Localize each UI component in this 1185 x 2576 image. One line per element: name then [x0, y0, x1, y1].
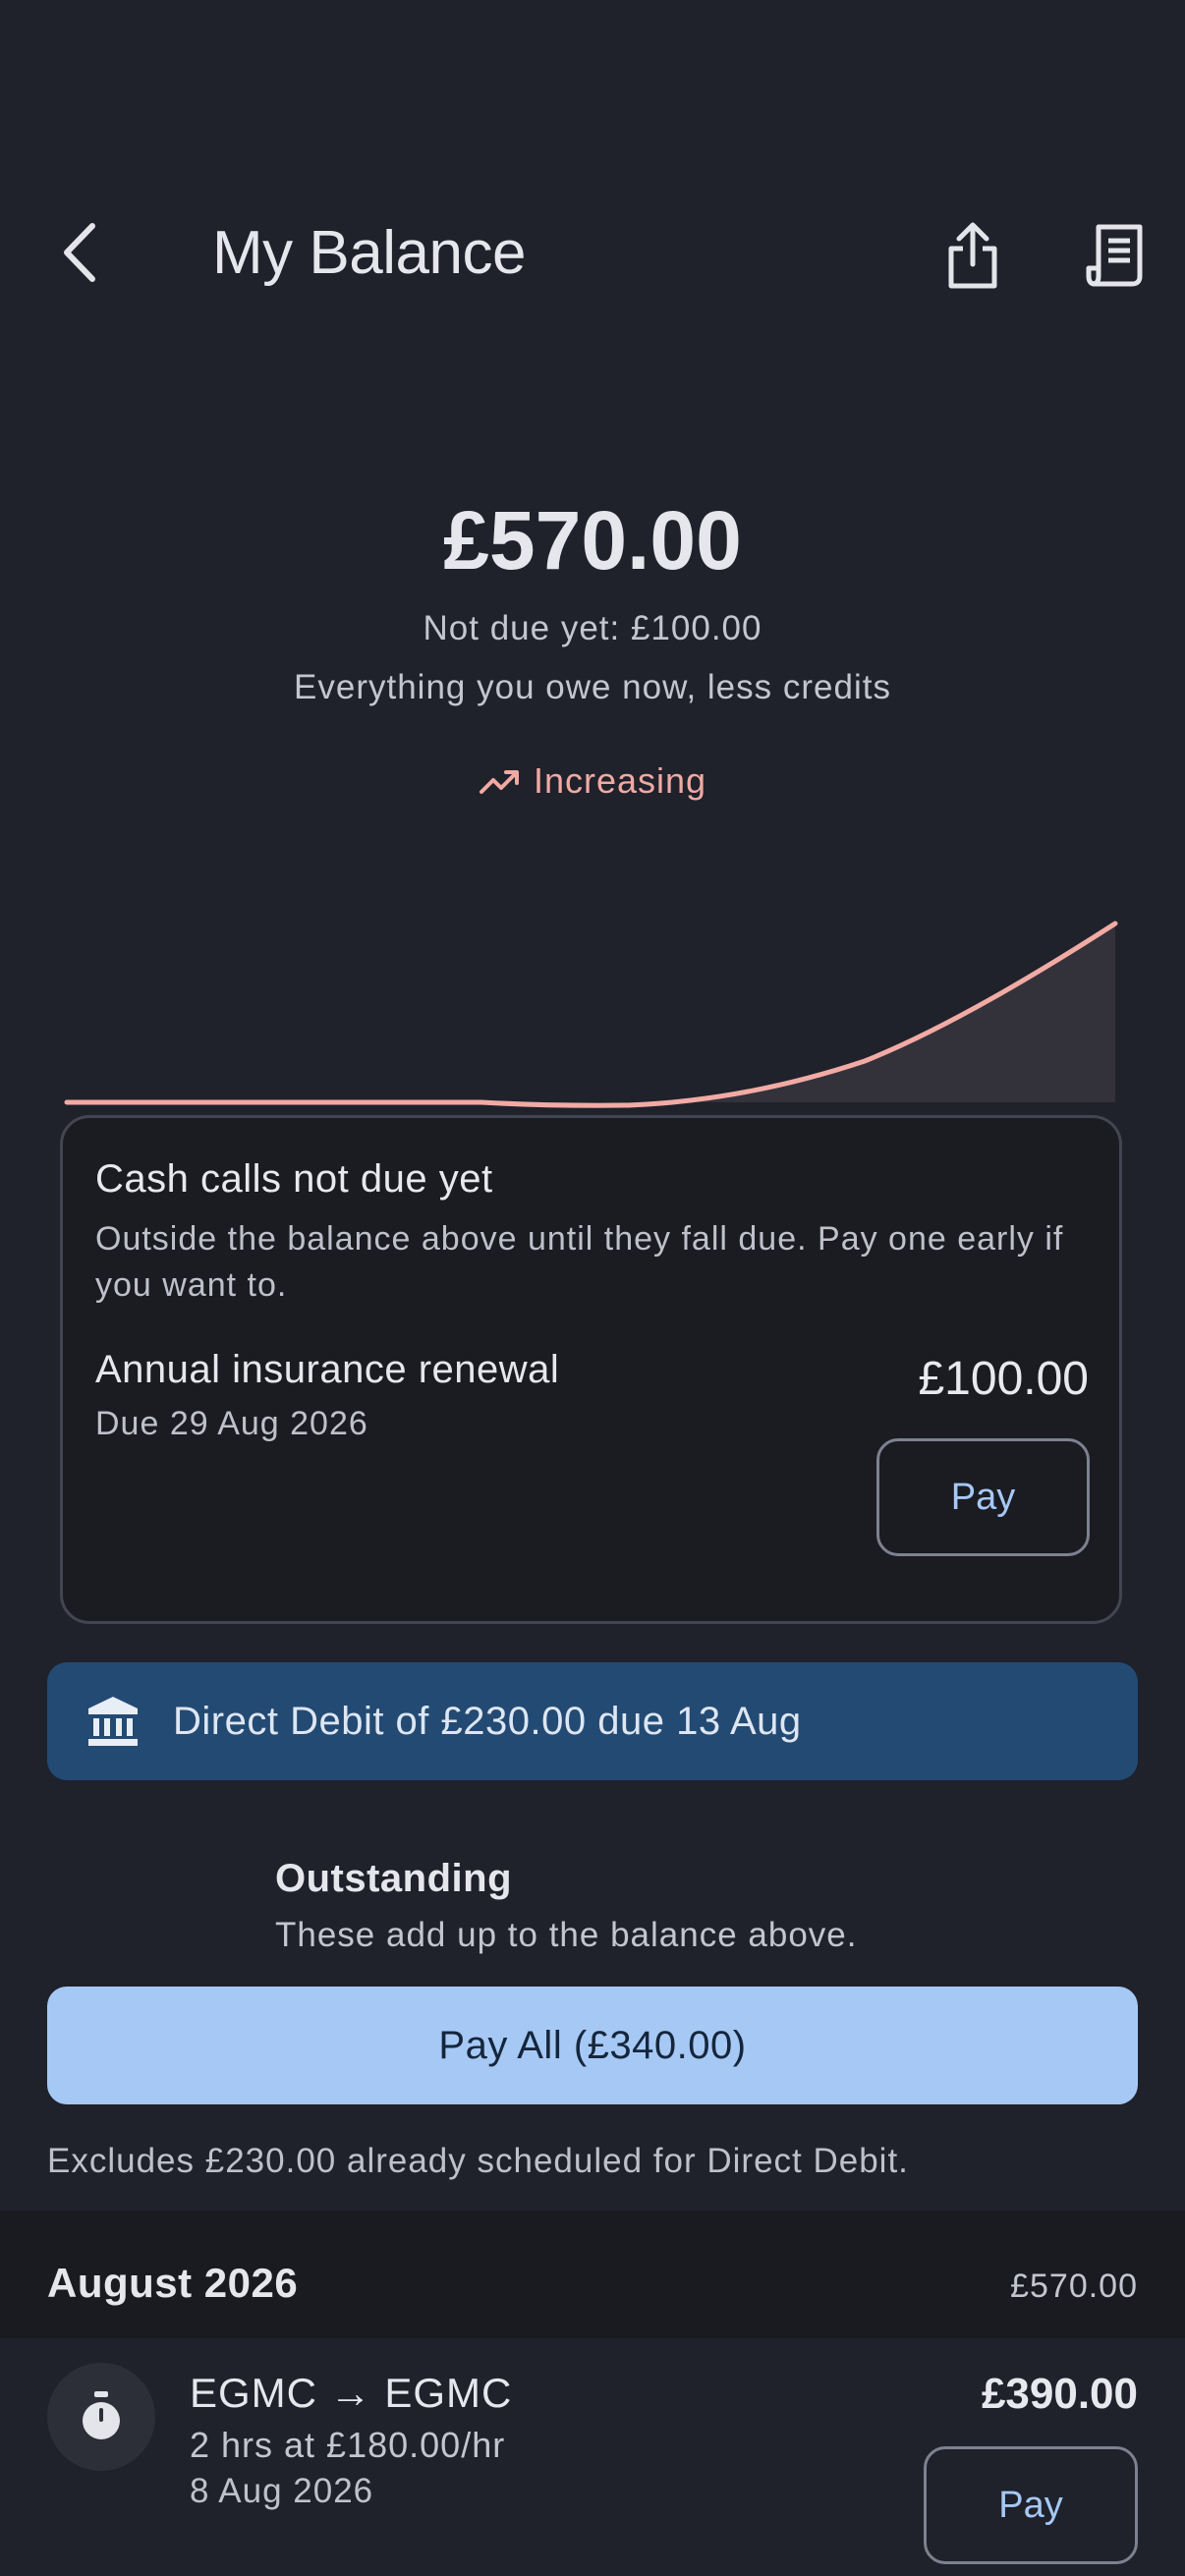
trend-label: Increasing — [533, 760, 707, 801]
charge-date: 8 Aug 2026 — [190, 2472, 374, 2510]
charge-amount: £390.00 — [981, 2370, 1138, 2418]
stopwatch-icon — [83, 2391, 120, 2439]
balance-trend-chart — [64, 921, 1118, 1108]
month-name: August 2026 — [47, 2260, 299, 2306]
statement-button[interactable] — [1075, 216, 1154, 295]
chevron-left-icon — [64, 223, 95, 282]
share-button[interactable] — [933, 216, 1012, 295]
cash-call-amount: £100.00 — [918, 1353, 1089, 1405]
direct-debit-text: Direct Debit of £230.00 due 13 Aug — [173, 1699, 802, 1743]
bank-icon — [88, 1697, 138, 1746]
cash-call-due-date: Due 29 Aug 2026 — [95, 1405, 368, 1442]
cash-calls-description: Outside the balance above until they fal… — [95, 1220, 1064, 1304]
balance-amount: £570.00 — [443, 494, 742, 587]
month-total: £570.00 — [1010, 2268, 1138, 2305]
not-due-text: Not due yet: £100.00 — [423, 609, 762, 647]
charge-type-icon — [47, 2363, 155, 2471]
balance-description: Everything you owe now, less credits — [294, 668, 891, 706]
back-button[interactable] — [51, 218, 110, 287]
cash-call-pay-button[interactable]: Pay — [876, 1438, 1090, 1556]
outstanding-title: Outstanding — [275, 1857, 513, 1900]
trending-up-icon — [479, 770, 519, 794]
outstanding-subtitle: These add up to the balance above. — [275, 1916, 858, 1954]
receipt-icon — [1086, 224, 1143, 287]
charge-detail: 2 hrs at £180.00/hr — [190, 2425, 506, 2465]
direct-debit-banner[interactable]: Direct Debit of £230.00 due 13 Aug — [47, 1662, 1138, 1780]
pay-all-button[interactable]: Pay All (£340.00) — [47, 1987, 1138, 2104]
cash-call-title: Annual insurance renewal — [95, 1348, 560, 1391]
charge-pay-button[interactable]: Pay — [924, 2446, 1138, 2564]
charge-title: EGMC → EGMC — [190, 2370, 513, 2416]
share-icon — [948, 222, 997, 289]
direct-debit-exclusion-note: Excludes £230.00 already scheduled for D… — [47, 2142, 909, 2180]
page-title: My Balance — [212, 219, 526, 287]
trend-indicator: Increasing — [0, 760, 1185, 802]
cash-calls-title: Cash calls not due yet — [95, 1157, 493, 1201]
